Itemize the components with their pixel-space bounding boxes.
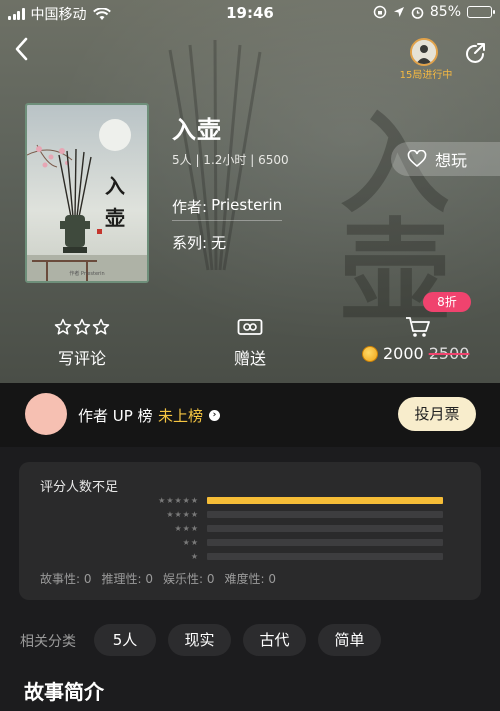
back-icon[interactable] (10, 36, 36, 62)
game-cover[interactable]: 入 壶 作者 Priesterin (25, 103, 149, 283)
star-level-label: ★★★★ (166, 509, 199, 519)
author-name: Priesterin (211, 196, 283, 214)
chevron-right-icon: › (209, 410, 221, 421)
cover-artwork: 入 壶 (27, 105, 147, 281)
rating-bar-fill (207, 496, 443, 504)
series-info: 系列: 无 (172, 232, 226, 253)
rating-bar-row: ★ (139, 551, 443, 561)
ranking-status[interactable]: 未上榜 › (158, 405, 221, 426)
category-chip[interactable]: 现实 (168, 624, 231, 656)
cart-icon (398, 315, 438, 339)
current-price: 2000 (383, 344, 424, 363)
gift-icon (210, 315, 290, 339)
coin-icon (362, 345, 378, 362)
rating-bar-track (207, 510, 443, 518)
share-icon[interactable] (462, 40, 490, 68)
location-icon (393, 7, 404, 17)
star-level-label: ★★ (182, 537, 199, 547)
rating-bar-track (207, 538, 443, 546)
author-link[interactable]: 作者: Priesterin (172, 196, 283, 221)
rating-bar-track (207, 524, 443, 532)
story-intro-heading: 故事简介 (24, 680, 104, 704)
want-to-play-label: 想玩 (435, 151, 468, 170)
price[interactable]: 2000 2500 (362, 344, 469, 363)
category-chip[interactable]: 简单 (318, 624, 381, 656)
score-reasoning: 推理性: 0 (101, 572, 154, 586)
author-label: 作者: (172, 198, 208, 216)
heart-icon (407, 150, 427, 168)
gift-label: 赠送 (233, 349, 266, 368)
star-level-label: ★★★★★ (158, 495, 199, 505)
score-difficulty: 难度性: 0 (224, 572, 277, 586)
battery-icon (467, 6, 495, 18)
rating-bar-track (207, 552, 443, 560)
hero-background-arrows (168, 40, 262, 271)
write-review-label: 写评论 (57, 349, 106, 368)
svg-text:入: 入 (105, 174, 125, 198)
rating-bar-row: ★★ (139, 537, 443, 547)
score-entertainment: 娱乐性: 0 (163, 572, 215, 586)
rating-title: 评分人数不足 (40, 480, 119, 495)
rotation-lock-icon (373, 5, 387, 19)
status-bar: 中国移动 19:46 85% (0, 0, 500, 26)
rating-bar-row: ★★★★★ (139, 495, 443, 505)
avatar-image (412, 40, 436, 64)
author-up-label: 作者 UP 榜 (78, 407, 153, 425)
player-avatar[interactable] (410, 38, 438, 66)
category-chip[interactable]: 古代 (243, 624, 306, 656)
alarm-icon (411, 6, 424, 19)
related-categories-label: 相关分类 (20, 634, 76, 650)
star-level-label: ★★★ (174, 523, 199, 533)
star-level-label: ★ (190, 551, 199, 561)
score-breakdown: 故事性: 0 推理性: 0 娱乐性: 0 难度性: 0 (40, 570, 276, 587)
rating-bar-track (207, 496, 443, 504)
rating-bar-row: ★★★★ (139, 509, 443, 519)
gift-button[interactable]: 赠送 (210, 315, 290, 369)
game-hero: 入壶 中国移动 19:46 85% 15局进行中 入 壶 作者 Priester… (0, 0, 500, 383)
discount-badge: 8折 (423, 292, 471, 312)
score-story: 故事性: 0 (40, 572, 92, 586)
battery-percent: 85% (429, 4, 461, 20)
cart-button[interactable] (398, 315, 438, 339)
game-title: 入壶 (172, 116, 222, 144)
rating-card: 评分人数不足 ★★★★★ ★★★★ ★★★ ★★ ★ 故事性: 0 推理性: 0 娱乐性… (19, 462, 481, 600)
original-price: 2500 (428, 344, 470, 363)
ranking-status-text: 未上榜 (158, 407, 204, 425)
stars-icon (42, 315, 122, 339)
svg-text:壶: 壶 (105, 206, 125, 230)
cover-caption: 作者 Priesterin (69, 271, 105, 277)
games-running-label[interactable]: 15局进行中 (390, 66, 462, 81)
series-label: 系列: (172, 234, 208, 252)
want-to-play-button[interactable]: 想玩 (391, 142, 500, 176)
author-avatar[interactable] (25, 393, 67, 435)
category-chip[interactable]: 5人 (94, 624, 156, 656)
game-meta: 5人 | 1.2小时 | 6500 (172, 153, 289, 167)
monthly-vote-button[interactable]: 投月票 (398, 397, 476, 431)
series-value: 无 (211, 234, 227, 252)
write-review-button[interactable]: 写评论 (42, 315, 122, 369)
author-up-ranking-bar: 作者 UP 榜 未上榜 › 投月票 (0, 383, 500, 447)
rating-bar-row: ★★★ (139, 523, 443, 533)
